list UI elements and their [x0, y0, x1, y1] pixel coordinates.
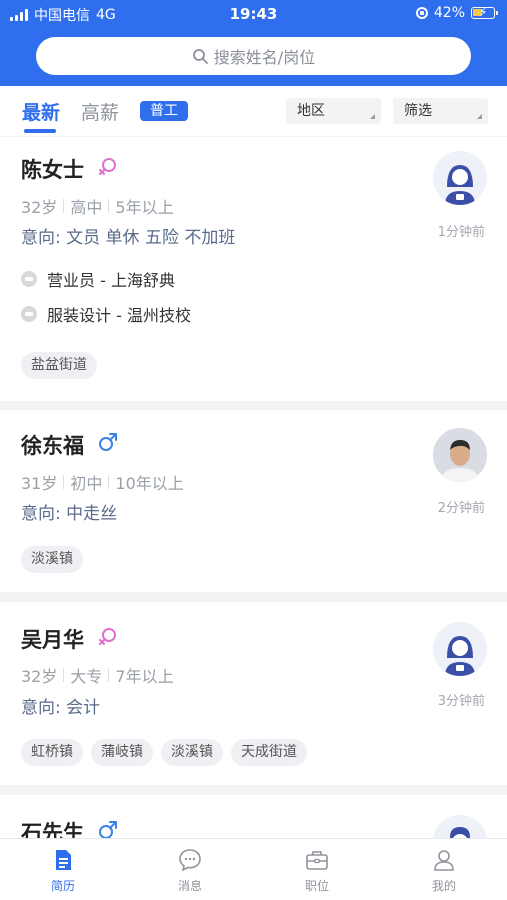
search-placeholder: 搜索姓名/岗位 [213, 48, 316, 67]
female-icon [99, 628, 116, 645]
candidate-name: 吴月华 [21, 628, 84, 652]
location-tag: 虹桥镇 [21, 739, 83, 766]
candidate-experience: 7年以上 [115, 667, 174, 686]
nav-resume-label: 简历 [50, 879, 75, 893]
nav-messages-label: 消息 [177, 879, 202, 893]
nav-profile-label: 我的 [431, 879, 456, 893]
profile-icon [434, 850, 454, 871]
meta-divider [63, 475, 65, 489]
resume-icon [56, 850, 71, 870]
meta-divider [63, 199, 65, 213]
work-history-item: 营业员 - 上海舒典 [21, 267, 175, 291]
search-input[interactable]: 搜索姓名/岗位 [36, 37, 471, 75]
candidate-card[interactable]: 吴月华 32岁 大专 7年以上 意向: 会计 虹桥镇 蒲岐镇 淡溪镇 天成街道 … [0, 602, 507, 785]
candidate-age: 31岁 [21, 474, 58, 493]
male-icon [99, 433, 117, 451]
filter-region-dropdown[interactable]: 地区 [286, 98, 381, 124]
location-tags: 淡溪镇 [21, 546, 83, 573]
tab-high-salary[interactable]: 高薪 [81, 98, 119, 125]
battery-icon: ⚡ [471, 5, 498, 19]
female-icon [99, 158, 116, 175]
female-placeholder-avatar [433, 622, 487, 676]
candidate-card[interactable]: 陈女士 32岁 高中 5年以上 意向: 文员 单休 五险 不加班 营业员 - 上… [0, 137, 507, 401]
candidate-education: 高中 [70, 198, 103, 217]
nav-jobs-label: 职位 [304, 879, 329, 893]
work-history-text: 营业员 - 上海舒典 [47, 271, 175, 290]
nav-profile[interactable]: 我的 [414, 847, 474, 894]
location-tags: 盐盆街道 [21, 352, 97, 379]
candidate-name: 石先生 [21, 821, 84, 838]
time-ago: 1分钟前 [437, 225, 485, 240]
candidate-meta: 31岁 初中 10年以上 [21, 470, 184, 494]
candidate-name: 陈女士 [21, 158, 84, 182]
female-placeholder-avatar [433, 151, 487, 205]
meta-divider [108, 199, 110, 213]
location-tag: 淡溪镇 [161, 739, 223, 766]
candidate-card[interactable]: 徐东福 31岁 初中 10年以上 意向: 中走丝 淡溪镇 2分钟前 [0, 410, 507, 592]
location-tag: 蒲岐镇 [91, 739, 153, 766]
meta-divider [108, 668, 110, 682]
candidate-education: 初中 [70, 474, 103, 493]
battery-percent: 42% [433, 5, 465, 21]
candidate-education: 大专 [70, 667, 103, 686]
candidate-age: 32岁 [21, 667, 58, 686]
male-placeholder-avatar [433, 815, 487, 838]
location-tag: 淡溪镇 [21, 546, 83, 573]
time-ago: 3分钟前 [437, 694, 485, 709]
message-icon [179, 849, 201, 872]
meta-divider [63, 668, 65, 682]
nav-messages[interactable]: 消息 [160, 847, 220, 894]
candidate-experience: 5年以上 [115, 198, 174, 217]
candidate-intent: 意向: 文员 单休 五险 不加班 [21, 228, 236, 248]
briefcase-icon [21, 271, 37, 287]
candidate-card[interactable]: 石先生 [0, 795, 507, 838]
time-ago: 2分钟前 [437, 501, 485, 516]
school-icon [21, 306, 37, 322]
nav-resume[interactable]: 简历 [33, 847, 93, 894]
user-photo-avatar [433, 428, 487, 482]
nav-jobs[interactable]: 职位 [287, 847, 347, 894]
tab-latest[interactable]: 最新 [22, 98, 60, 125]
candidate-experience: 10年以上 [115, 474, 184, 493]
search-icon [192, 49, 208, 64]
candidate-intent: 意向: 中走丝 [21, 504, 118, 524]
meta-divider [108, 475, 110, 489]
active-tab-indicator [24, 129, 56, 133]
briefcase-icon [306, 851, 328, 870]
candidate-name: 徐东福 [21, 434, 84, 458]
education-history-text: 服装设计 - 温州技校 [47, 306, 191, 325]
status-right: 42% ⚡ [415, 5, 498, 21]
location-tag: 天成街道 [231, 739, 307, 766]
rotation-lock-icon [415, 7, 428, 19]
candidate-meta: 32岁 高中 5年以上 [21, 194, 174, 218]
status-bar: 中国电信 4G 19:43 42% ⚡ [0, 0, 507, 28]
location-tags: 虹桥镇 蒲岐镇 淡溪镇 天成街道 [21, 739, 307, 766]
tab-general-worker[interactable]: 普工 [140, 101, 188, 121]
candidate-age: 32岁 [21, 198, 58, 217]
location-tag: 盐盆街道 [21, 352, 97, 379]
candidate-meta: 32岁 大专 7年以上 [21, 663, 174, 687]
education-history-item: 服装设计 - 温州技校 [21, 302, 191, 326]
male-icon [99, 821, 117, 838]
candidate-intent: 意向: 会计 [21, 698, 101, 718]
filter-options-dropdown[interactable]: 筛选 [393, 98, 488, 124]
bottom-nav: 简历 消息 职位 我的 [0, 838, 507, 900]
